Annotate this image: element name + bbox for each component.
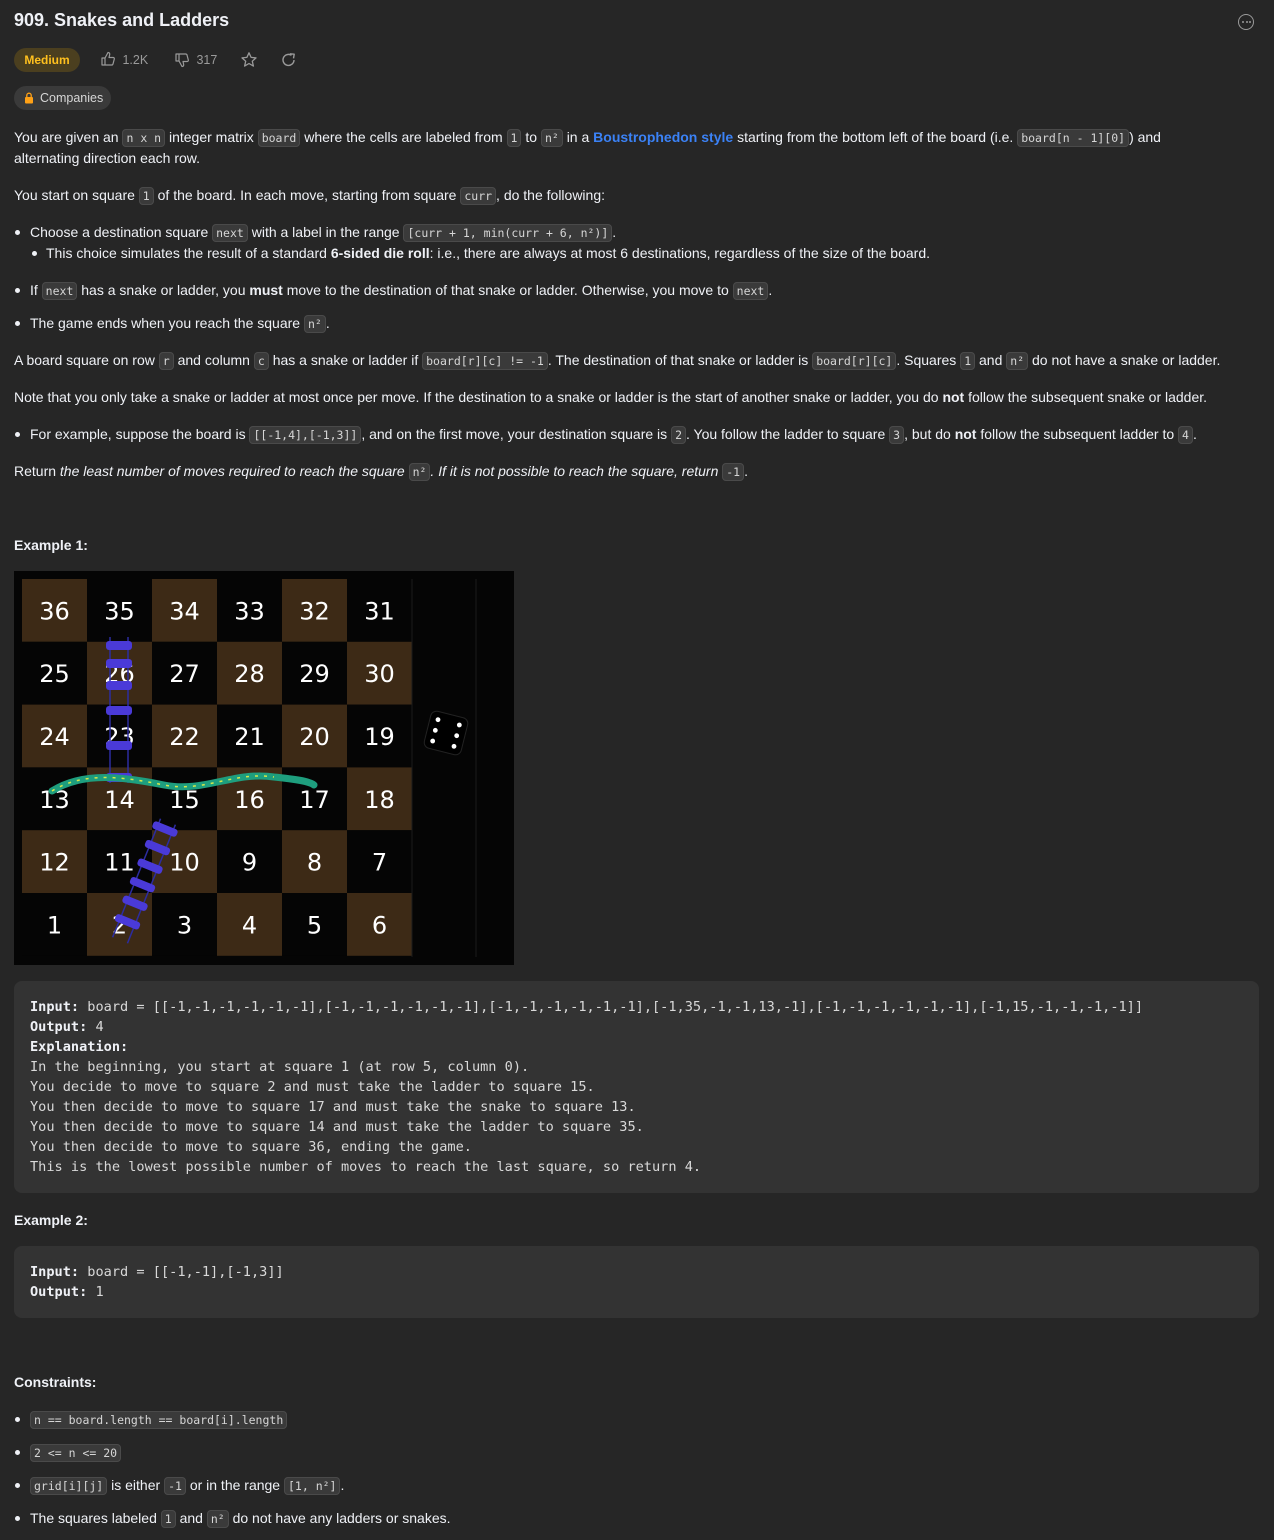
- boustrophedon-link[interactable]: Boustrophedon style: [593, 129, 733, 145]
- difficulty-badge: Medium: [14, 48, 80, 72]
- explanation-line: You then decide to move to square 14 and…: [30, 1119, 644, 1135]
- board-cell-label: 4: [242, 911, 257, 939]
- bullet-dot: [15, 230, 20, 235]
- constraints-title: Constraints:: [14, 1374, 97, 1390]
- star-icon[interactable]: [240, 51, 258, 69]
- bullet-dot: [15, 1450, 20, 1455]
- board-cell-label: 22: [169, 723, 200, 751]
- rule-bullet-example: For example, suppose the board is [[-1,4…: [30, 426, 1197, 444]
- constraint-3: grid[i][j] is either -1 or in the range …: [30, 1475, 344, 1496]
- board-cell-label: 27: [169, 660, 200, 688]
- description-paragraph-2: You start on square 1 of the board. In e…: [14, 187, 606, 205]
- constraint-2: 2 <= n <= 20: [30, 1442, 122, 1463]
- like-count: 1.2K: [122, 53, 149, 67]
- bullet-dot: [15, 1483, 20, 1488]
- board-cell-label: 34: [169, 597, 200, 625]
- rule-subbullet-die: This choice simulates the result of a st…: [46, 245, 931, 261]
- board-cell-label: 31: [364, 597, 395, 625]
- rule-bullet-end: The game ends when you reach the square …: [30, 315, 330, 333]
- board-cell-label: 9: [242, 849, 257, 877]
- board-cell-label: 10: [169, 849, 200, 877]
- explanation-line: This is the lowest possible number of mo…: [30, 1159, 702, 1175]
- example-2-output: 1: [95, 1284, 104, 1300]
- bullet-dot: [15, 432, 20, 437]
- bullet-dot: [15, 321, 20, 326]
- bullet-dot: [15, 288, 20, 293]
- board-cell-label: 36: [39, 597, 70, 625]
- explanation-line: You then decide to move to square 36, en…: [30, 1139, 472, 1155]
- description-paragraph-1-cont: alternating direction each row.: [14, 150, 200, 166]
- board-cell-label: 6: [372, 911, 387, 939]
- board-cell-label: 5: [307, 911, 322, 939]
- page-title: 909. Snakes and Ladders: [14, 10, 230, 30]
- description-paragraph-5: Return the least number of moves require…: [14, 463, 748, 481]
- board-cell-label: 16: [234, 786, 265, 814]
- companies-button[interactable]: Companies: [14, 86, 111, 110]
- board-cell-label: 25: [39, 660, 70, 688]
- example-2-input: board = [[-1,-1],[-1,3]]: [87, 1264, 284, 1280]
- example-2-title: Example 2:: [14, 1212, 88, 1228]
- rule-bullet-snake: If next has a snake or ladder, you must …: [30, 282, 773, 300]
- bullet-dot: [15, 1417, 20, 1422]
- board-cell-label: 18: [364, 786, 395, 814]
- board-cell-label: 21: [234, 723, 265, 751]
- board-cell-label: 30: [364, 660, 395, 688]
- rule-bullet-choose: Choose a destination square next with a …: [30, 224, 617, 242]
- share-icon[interactable]: [280, 51, 298, 69]
- dislike-count: 317: [196, 53, 218, 67]
- board-cell-label: 35: [104, 597, 135, 625]
- bullet-dot: [32, 251, 37, 256]
- board-cell-label: 29: [299, 660, 330, 688]
- board-cell-label: 24: [39, 723, 70, 751]
- example-1-input: board = [[-1,-1,-1,-1,-1,-1],[-1,-1,-1,-…: [87, 999, 1144, 1015]
- board-cell-label: 32: [299, 597, 330, 625]
- description-paragraph-4: Note that you only take a snake or ladde…: [14, 389, 1208, 405]
- board-cell-label: 3: [177, 911, 192, 939]
- board-cell-label: 19: [364, 723, 395, 751]
- thumbs-down-icon: [175, 53, 189, 68]
- explanation-line: You decide to move to square 2 and must …: [30, 1079, 595, 1095]
- board-cell-label: 8: [307, 849, 322, 877]
- like-button[interactable]: 1.2K: [100, 50, 148, 70]
- example-1-title: Example 1:: [14, 537, 88, 553]
- board-cell-label: 7: [372, 849, 387, 877]
- constraint-4: The squares labeled 1 and n² do not have…: [30, 1510, 451, 1528]
- board-cell-label: 20: [299, 723, 330, 751]
- description-paragraph-3: A board square on row r and column c has…: [14, 352, 1221, 370]
- board-cell-label: 17: [299, 786, 330, 814]
- board-cell-label: 11: [104, 849, 135, 877]
- board-cell-label: 12: [39, 849, 70, 877]
- board-cell-label: 28: [234, 660, 265, 688]
- constraint-1: n == board.length == board[i].length: [30, 1409, 288, 1430]
- explanation-line: In the beginning, you start at square 1 …: [30, 1059, 530, 1075]
- board-cell-label: 33: [234, 597, 265, 625]
- lock-icon: [25, 92, 33, 104]
- description-paragraph-1: You are given an n x n integer matrix bo…: [14, 129, 1161, 147]
- board-cell-label: 1: [47, 911, 62, 939]
- example-1-output: 4: [95, 1019, 104, 1035]
- companies-label: Companies: [40, 91, 104, 105]
- board-cell-label: 14: [104, 786, 135, 814]
- board-image: 36 35 34 33 32 3125 26 27 28 29 3024 23 22 21 20 1913 14…: [14, 571, 514, 965]
- dislike-button[interactable]: 317: [174, 50, 217, 70]
- example-2-block: Input: board = [[-1,-1],[-1,3]] Output: …: [14, 1246, 1259, 1318]
- bullet-dot: [15, 1516, 20, 1521]
- more-options-icon[interactable]: [1238, 14, 1254, 30]
- difficulty-label: Medium: [24, 53, 70, 67]
- example-1-block: Input: board = [[-1,-1,-1,-1,-1,-1],[-1,…: [14, 981, 1259, 1193]
- thumbs-up-icon: [101, 51, 115, 66]
- explanation-line: You then decide to move to square 17 and…: [30, 1099, 636, 1115]
